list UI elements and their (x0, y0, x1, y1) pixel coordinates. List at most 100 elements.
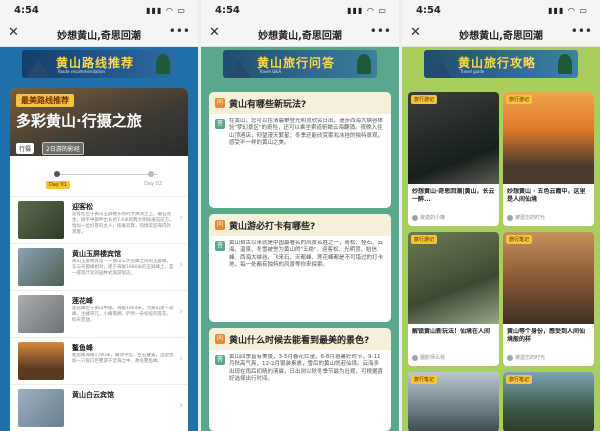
status-time: 4:54 (215, 5, 240, 16)
signal-icon: ▮▮▮ ◠ ▭ (548, 6, 588, 15)
nav-bar: ✕ 妙想黄山,奇思回潮 ••• (0, 20, 198, 47)
route-chip: 行摄 (16, 143, 35, 154)
list-item[interactable]: 迎客松 迎客松位于黄山玉屏楼东侧的文殊洞之上，破石而生，树干中部伸出长达7.6米… (10, 196, 188, 243)
more-icon[interactable]: ••• (571, 24, 592, 38)
guide-card[interactable]: 旅行游记 解锁黄山新玩法！仙境在人间 摄影师么我 (408, 232, 499, 366)
question-text: 黄山什么时候去能看到最美的景色? (229, 336, 370, 346)
guide-photo (408, 92, 499, 184)
more-icon[interactable]: ••• (370, 24, 391, 38)
answer-row: 答 黄山自古以来就是中国最著名的风景名胜之一，奇松、怪石、云海、温泉、冬雪被誉为… (209, 236, 391, 322)
route-card[interactable]: 最美路线推荐 多彩黄山·行摄之旅 行摄 2日游的影经 Day 01 Day 02… (10, 88, 188, 431)
mountain-icon (26, 60, 50, 78)
answer-row: 答 黄山四季皆有美景，3-5月春花烂漫，6-8月避暑好时节，9-11月秋高气爽，… (209, 350, 391, 431)
question-icon: 问 (215, 220, 225, 230)
question-icon: 问 (215, 98, 225, 108)
list-item[interactable]: 莲花峰 莲花峰位于黄山中部，海拔1864米，为黄山第一高峰，主峰突兀，小峰簇拥，… (10, 290, 188, 337)
banner: 黄山旅行攻略 Travel guide (424, 50, 578, 78)
avatar (412, 214, 418, 221)
status-bar: 4:54 ▮▮▮ ◠ ▭ (402, 0, 600, 20)
guide-tag: 旅行游记 (411, 235, 438, 244)
phone-qa: 4:54 ▮▮▮ ◠ ▭ ✕ 妙想黄山,奇思回潮 ••• 黄山旅行问答 Trav… (201, 0, 399, 431)
guide-photo (503, 232, 594, 324)
answer-row: 答 在黄山，您可以在清晨攀登光明顶欣赏日出，漫步西海大峡谷体验"梦幻景区"的奇险… (209, 114, 391, 208)
mountain-icon (227, 60, 251, 78)
close-icon[interactable]: ✕ (8, 25, 19, 40)
pine-icon (357, 54, 371, 74)
guide-tag: 旅行游记 (506, 95, 533, 104)
status-bar: 4:54 ▮▮▮ ◠ ▭ (0, 0, 198, 20)
mountain-icon (428, 60, 452, 78)
banner-subtitle: Route recommendation (58, 69, 105, 74)
route-tag: 最美路线推荐 (16, 94, 74, 107)
answer-icon: 答 (215, 355, 225, 365)
close-icon[interactable]: ✕ (410, 25, 421, 40)
timeline-line (54, 174, 158, 175)
pine-icon (558, 54, 572, 74)
place-photo (18, 248, 64, 286)
avatar (507, 354, 513, 361)
answer-icon: 答 (215, 119, 225, 129)
guide-card[interactable]: 旅行游记 妙想黄山·奇思回潮|黄山，长云一醉... 浪迹的小琳 (408, 92, 499, 226)
answer-text: 黄山自古以来就是中国最著名的风景名胜之一，奇松、怪石、云海、温泉、冬雪被誉为黄山… (229, 240, 383, 269)
nav-bar: ✕ 妙想黄山,奇思回潮 ••• (402, 20, 600, 47)
banner-subtitle: Travel Q&A (259, 69, 282, 74)
day-1-label[interactable]: Day 01 (46, 181, 70, 189)
guide-card[interactable]: 旅行笔记 (503, 372, 594, 431)
route-hero: 最美路线推荐 多彩黄山·行摄之旅 行摄 2日游的影经 (10, 88, 188, 156)
answer-text: 在黄山，您可以在清晨攀登光明顶欣赏日出，漫步西海大峡谷体验"梦幻景区"的奇险，还… (229, 118, 383, 147)
avatar (412, 354, 418, 361)
place-name: 迎客松 (72, 203, 93, 211)
question-icon: 问 (215, 334, 225, 344)
list-item[interactable]: 黄山玉屏楼宾馆 黄山玉屏楼宾馆——黄山三大名峰之间的玉屏峰，东与天都峰相对，建于… (10, 243, 188, 290)
guide-tag: 旅行笔记 (411, 375, 438, 384)
guide-photo (503, 92, 594, 184)
author-name: 被遗忘的时光 (515, 215, 546, 221)
question-row: 问 黄山游必打卡有哪些? (209, 214, 391, 236)
place-desc: 黄山玉屏楼宾馆——黄山三大名峰之间的玉屏峰，东与天都峰相对，建于海拔1680米的… (72, 259, 174, 276)
place-photo (18, 295, 64, 333)
banner: 黄山旅行问答 Travel Q&A (223, 50, 377, 78)
qa-card[interactable]: 问 黄山什么时候去能看到最美的景色? 答 黄山四季皆有美景，3-5月春花烂漫，6… (209, 328, 391, 431)
phone-route: 4:54 ▮▮▮ ◠ ▭ ✕ 妙想黄山,奇思回潮 ••• 黄山路线推荐 Rout… (0, 0, 198, 431)
close-icon[interactable]: ✕ (209, 25, 220, 40)
nav-bar: ✕ 妙想黄山,奇思回潮 ••• (201, 20, 399, 47)
timeline-dot[interactable] (54, 171, 60, 177)
place-desc: 莲花峰位于黄山中部，海拔1864米，为黄山第一高峰，主峰突兀，小峰簇拥，俨然一朵… (72, 306, 174, 323)
question-text: 黄山游必打卡有哪些? (229, 222, 316, 232)
place-desc: 鳌鱼峰海拔1780米，峰顶平坦，巨石叠置，远望犹如一只张口巨鳌游于云海之中，故名… (72, 353, 174, 364)
place-list: 迎客松 迎客松位于黄山玉屏楼东侧的文殊洞之上，破石而生，树干中部伸出长达7.6米… (10, 196, 188, 431)
status-time: 4:54 (14, 5, 39, 16)
list-item[interactable]: 黄山白云宾馆 › (10, 384, 188, 431)
status-time: 4:54 (416, 5, 441, 16)
question-text: 黄山有哪些新玩法? (229, 100, 307, 110)
place-name: 黄山白云宾馆 (72, 391, 114, 399)
list-item[interactable]: 鳌鱼峰 鳌鱼峰海拔1780米，峰顶平坦，巨石叠置，远望犹如一只张口巨鳌游于云海之… (10, 337, 188, 384)
qa-card[interactable]: 问 黄山游必打卡有哪些? 答 黄山自古以来就是中国最著名的风景名胜之一，奇松、怪… (209, 214, 391, 322)
day-timeline: Day 01 Day 02 (10, 164, 188, 198)
guide-card[interactable]: 旅行游记 妙想黄山 · 五色云霞中，这里是人间仙境 被遗忘的时光 (503, 92, 594, 226)
banner-subtitle: Travel guide (460, 69, 485, 74)
pine-icon (156, 54, 170, 74)
guide-author: 被遗忘的时光 (507, 354, 545, 361)
place-photo (18, 201, 64, 239)
guide-author: 摄影师么我 (412, 354, 445, 361)
timeline-dot[interactable] (148, 171, 154, 177)
chevron-right-icon: › (179, 213, 183, 223)
guide-tag: 旅行游记 (411, 95, 438, 104)
page-title: 妙想黄山,奇思回潮 (258, 31, 342, 42)
author-name: 摄影师么我 (420, 355, 446, 361)
qa-card[interactable]: 问 黄山有哪些新玩法? 答 在黄山，您可以在清晨攀登光明顶欣赏日出，漫步西海大峡… (209, 92, 391, 208)
guide-card[interactable]: 旅行笔记 (408, 372, 499, 431)
day-2-label[interactable]: Day 02 (144, 181, 162, 187)
chevron-right-icon: › (179, 354, 183, 364)
phone-guide: 4:54 ▮▮▮ ◠ ▭ ✕ 妙想黄山,奇思回潮 ••• 黄山旅行攻略 Trav… (402, 0, 600, 431)
signal-icon: ▮▮▮ ◠ ▭ (347, 6, 387, 15)
guide-title: 解锁黄山新玩法！仙境在人间 (412, 328, 491, 335)
guide-author: 浪迹的小琳 (412, 214, 445, 221)
guide-card[interactable]: 旅行笔记 黄山等个身份，感受到人间仙境般的样 被遗忘的时光 (503, 232, 594, 366)
chevron-right-icon: › (179, 260, 183, 270)
more-icon[interactable]: ••• (169, 24, 190, 38)
page-title: 妙想黄山,奇思回潮 (57, 31, 141, 42)
place-desc (72, 400, 174, 424)
route-title: 多彩黄山·行摄之旅 (16, 112, 142, 130)
